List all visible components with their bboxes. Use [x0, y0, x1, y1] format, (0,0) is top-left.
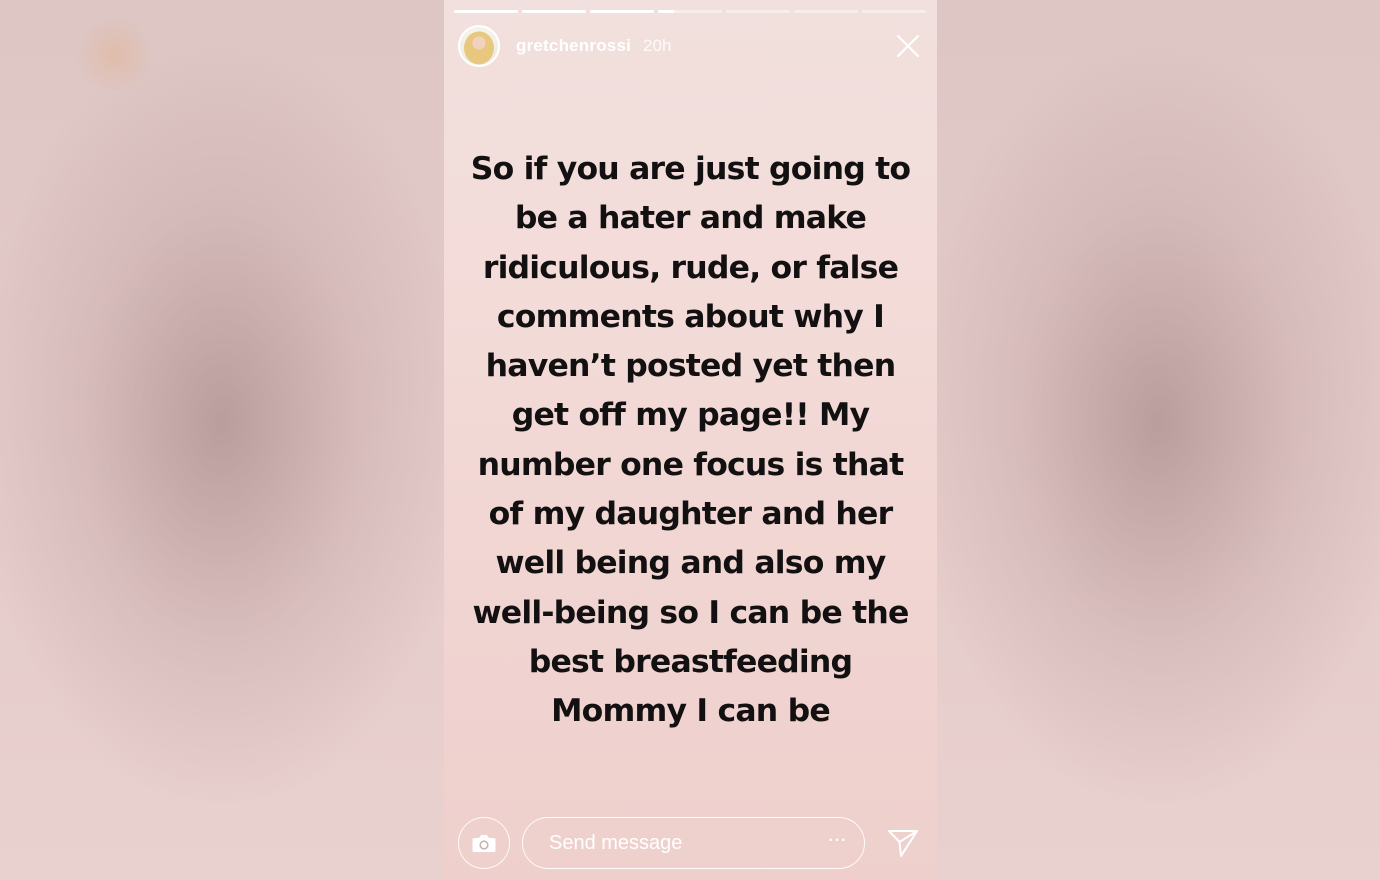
- story-progress-segment: [726, 10, 790, 13]
- story-header: gretchenrossi 20h: [458, 24, 923, 68]
- avatar[interactable]: [458, 25, 500, 67]
- story-progress-fill: [590, 10, 654, 13]
- story-text-line: Mommy I can be: [551, 693, 831, 730]
- close-icon: [896, 34, 920, 58]
- story-text-line: get off my page!! My: [511, 397, 870, 434]
- story-footer: Send message ···: [458, 816, 923, 870]
- backdrop-smudge: [70, 20, 160, 90]
- story-text-line: comments about why I: [496, 298, 885, 335]
- share-button[interactable]: [883, 823, 923, 863]
- story-progress-fill: [454, 10, 518, 13]
- story-progress-bar: [454, 10, 926, 13]
- story-progress-segment: [590, 10, 654, 13]
- paper-plane-icon: [888, 830, 918, 857]
- blurred-backdrop-left: [0, 0, 444, 880]
- story-viewer: gretchenrossi 20h So if you are just goi…: [0, 0, 1380, 880]
- story-progress-fill: [522, 10, 586, 13]
- story-text-line: be a hater and make: [514, 200, 867, 237]
- camera-button[interactable]: [458, 817, 510, 869]
- story-timestamp: 20h: [643, 36, 672, 55]
- story-text-line: well being and also my: [495, 545, 886, 582]
- camera-icon: [472, 835, 496, 852]
- username[interactable]: gretchenrossi: [516, 36, 631, 56]
- story-progress-segment: [522, 10, 586, 13]
- story-card[interactable]: gretchenrossi 20h So if you are just goi…: [444, 0, 937, 880]
- story-text-line: number one focus is that: [477, 446, 905, 483]
- story-text-line: So if you are just going to: [470, 151, 911, 187]
- blurred-backdrop-right: [937, 0, 1380, 880]
- story-text-line: haven’t posted yet then: [485, 348, 896, 385]
- story-progress-segment: [862, 10, 926, 13]
- send-message-placeholder: Send message: [549, 831, 683, 854]
- story-progress-segment: [794, 10, 858, 13]
- story-progress-segment: [454, 10, 518, 13]
- story-progress-segment: [658, 10, 722, 13]
- story-progress-fill: [658, 10, 674, 13]
- story-text-line: well-being so I can be the: [472, 594, 909, 631]
- close-button[interactable]: [893, 31, 923, 61]
- more-dots-icon[interactable]: ···: [827, 828, 847, 850]
- story-text-line: ridiculous, rude, or false: [482, 249, 899, 286]
- story-text-line: of my daughter and her: [488, 496, 893, 533]
- story-text-line: best breastfeeding: [528, 643, 853, 680]
- avatar-image: [460, 27, 498, 65]
- story-text: So if you are just going to be a hater an…: [458, 145, 923, 737]
- send-message-input[interactable]: Send message ···: [522, 817, 865, 869]
